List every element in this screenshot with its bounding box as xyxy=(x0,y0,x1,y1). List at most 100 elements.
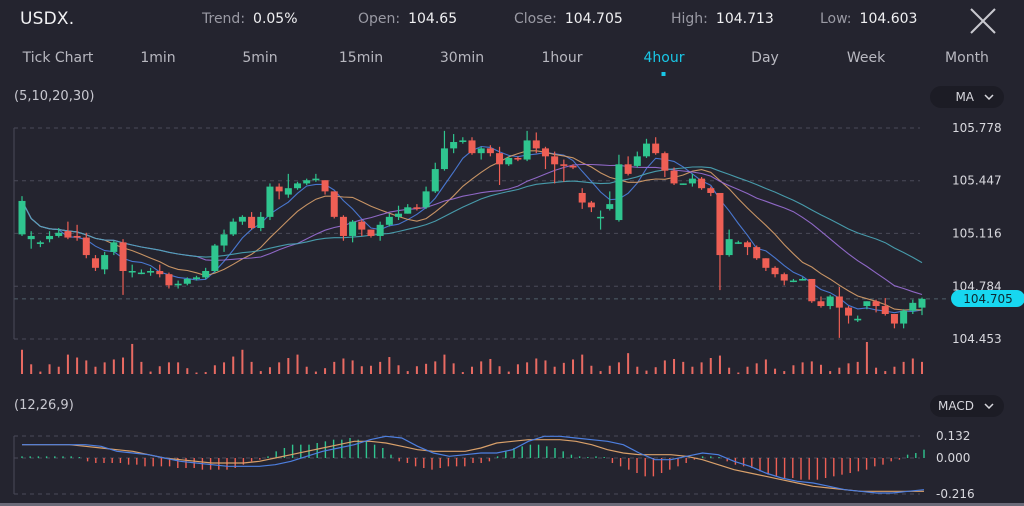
candle-body xyxy=(459,140,467,143)
macd-dea-line xyxy=(22,439,924,492)
candle xyxy=(431,162,439,193)
candle-body xyxy=(642,143,650,157)
candle-body xyxy=(918,298,926,308)
candle xyxy=(753,245,761,260)
candle xyxy=(91,255,99,272)
volume-bar xyxy=(21,349,23,374)
volume-bar xyxy=(553,366,556,374)
volume-bar xyxy=(507,371,510,374)
candle-body xyxy=(238,216,246,222)
volume-bar xyxy=(223,362,226,374)
volume-bar xyxy=(149,371,152,374)
candle xyxy=(128,264,136,278)
candle xyxy=(477,146,485,160)
candle-body xyxy=(615,164,623,221)
candle-body xyxy=(55,232,63,236)
candle-body xyxy=(202,271,210,278)
volume-bar xyxy=(875,367,878,374)
candle xyxy=(606,191,614,211)
volume-bar xyxy=(57,366,60,374)
volume-bar xyxy=(856,361,859,374)
candle xyxy=(367,229,375,238)
candle xyxy=(238,215,246,225)
candle-body xyxy=(147,271,155,273)
volume-bar xyxy=(562,362,565,374)
candle-body xyxy=(294,183,302,189)
candle xyxy=(440,130,448,171)
candle-body xyxy=(422,191,430,208)
volume-bar xyxy=(673,358,676,374)
volume-bar xyxy=(232,356,235,374)
volume-bar xyxy=(636,366,639,374)
volume-bar xyxy=(829,371,832,374)
candle-body xyxy=(73,235,81,238)
volume-bar xyxy=(415,366,418,374)
volume-bar xyxy=(709,358,712,374)
candle xyxy=(532,132,540,154)
volume-bar xyxy=(278,362,281,374)
volume-bar xyxy=(627,353,630,374)
volume-bar xyxy=(30,364,33,374)
candle-body xyxy=(376,224,384,236)
volume-bar xyxy=(783,371,786,374)
candle xyxy=(698,177,706,190)
candle xyxy=(18,196,26,236)
candle-body xyxy=(137,272,145,275)
candle-body xyxy=(128,271,136,273)
volume-bar xyxy=(85,360,88,374)
volume-bar xyxy=(572,359,575,374)
volume-bar xyxy=(204,372,207,374)
candle-body xyxy=(734,242,742,244)
candle-body xyxy=(698,178,706,189)
candle xyxy=(422,186,430,209)
candle xyxy=(900,309,908,329)
price-chart[interactable]: 105.778105.447105.116104.784104.453 0.13… xyxy=(0,0,1024,506)
candle-body xyxy=(220,234,228,246)
candle-body xyxy=(872,301,880,307)
candle-body xyxy=(780,274,788,281)
candle-body xyxy=(18,200,26,235)
candle-body xyxy=(881,306,889,314)
ma5-line xyxy=(21,145,923,314)
volume-bar xyxy=(250,361,253,374)
macd-panel: 0.132 0.000 -0.216 xyxy=(13,429,975,501)
volume-bar xyxy=(259,371,262,374)
volume-bar xyxy=(48,364,51,374)
candle-body xyxy=(496,153,504,165)
candle-body xyxy=(119,242,127,272)
candle-body xyxy=(845,307,853,316)
candle xyxy=(808,278,816,303)
candle-body xyxy=(486,148,494,154)
volume-bar xyxy=(819,364,822,374)
candle-body xyxy=(174,283,182,286)
volume-bar xyxy=(581,354,584,374)
candle xyxy=(845,306,853,324)
candle-body xyxy=(36,242,44,244)
candle xyxy=(174,280,182,289)
candle-body xyxy=(661,153,669,171)
candle-body xyxy=(284,188,292,195)
candle xyxy=(633,151,641,168)
candle xyxy=(624,156,632,176)
candle xyxy=(275,183,283,200)
volume-bar xyxy=(342,358,345,374)
candle xyxy=(321,180,329,195)
candle xyxy=(826,294,834,310)
candle xyxy=(881,298,889,316)
candle xyxy=(523,130,531,162)
candle xyxy=(147,267,155,276)
candle-body xyxy=(82,237,90,256)
candle-body xyxy=(110,242,118,252)
candle xyxy=(642,138,650,158)
volume-bar xyxy=(333,361,336,374)
candle-body xyxy=(771,267,779,275)
candle-body xyxy=(863,301,871,307)
volume-bar xyxy=(296,354,299,374)
candle xyxy=(854,315,862,322)
candle xyxy=(36,240,44,248)
candle xyxy=(587,200,595,213)
candle-body xyxy=(514,157,522,160)
candle xyxy=(615,154,623,222)
candle xyxy=(780,272,788,286)
candle xyxy=(762,258,770,272)
